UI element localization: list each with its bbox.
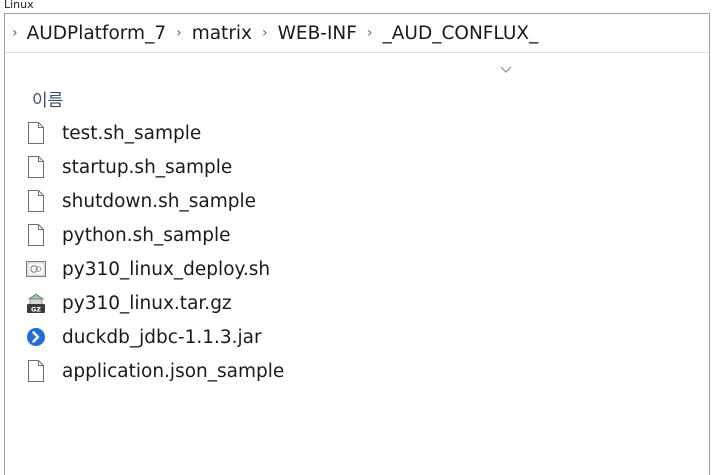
file-name[interactable]: duckdb_jdbc-1.1.3.jar <box>62 327 262 348</box>
file-name[interactable]: test.sh_sample <box>62 123 201 144</box>
breadcrumb-separator-icon[interactable]: › <box>12 25 18 41</box>
breadcrumb-separator-icon[interactable]: › <box>367 25 373 41</box>
shell-script-icon <box>26 261 46 277</box>
sort-chevron-down-icon[interactable] <box>498 64 514 76</box>
breadcrumb-separator-icon[interactable]: › <box>262 25 268 41</box>
breadcrumb-item-matrix[interactable]: matrix <box>192 23 252 44</box>
column-header-name[interactable]: 이름 <box>32 86 63 111</box>
file-name[interactable]: python.sh_sample <box>62 225 230 246</box>
file-name[interactable]: application.json_sample <box>62 361 284 382</box>
file-name[interactable]: shutdown.sh_sample <box>62 191 256 212</box>
breadcrumb-item-aud-conflux[interactable]: _AUD_CONFLUX_ <box>383 23 539 44</box>
file-row[interactable]: python.sh_sample <box>5 218 709 252</box>
file-name[interactable]: py310_linux_deploy.sh <box>62 259 270 280</box>
caption-label: Linux <box>4 0 34 11</box>
blank-file-icon <box>28 122 44 144</box>
divider <box>5 52 709 53</box>
breadcrumb-item-audplatform[interactable]: AUDPlatform_7 <box>27 23 166 44</box>
blank-file-icon <box>28 360 44 382</box>
file-name[interactable]: startup.sh_sample <box>62 157 232 178</box>
file-row[interactable]: application.json_sample <box>5 354 709 388</box>
file-row[interactable]: startup.sh_sample <box>5 150 709 184</box>
file-row[interactable]: shutdown.sh_sample <box>5 184 709 218</box>
file-name[interactable]: py310_linux.tar.gz <box>62 293 232 314</box>
blank-file-icon <box>28 224 44 246</box>
blank-file-icon <box>28 190 44 212</box>
file-row[interactable]: GZ py310_linux.tar.gz <box>5 286 709 320</box>
gz-archive-icon: GZ <box>27 293 45 314</box>
file-row[interactable]: py310_linux_deploy.sh <box>5 252 709 286</box>
svg-text:GZ: GZ <box>31 306 41 314</box>
file-row[interactable]: test.sh_sample <box>5 116 709 150</box>
file-row[interactable]: duckdb_jdbc-1.1.3.jar <box>5 320 709 354</box>
breadcrumb-item-web-inf[interactable]: WEB-INF <box>278 23 357 44</box>
jar-icon <box>27 328 45 346</box>
breadcrumb: › AUDPlatform_7 › matrix › WEB-INF › _AU… <box>5 14 709 52</box>
breadcrumb-separator-icon[interactable]: › <box>176 25 182 41</box>
explorer-window: › AUDPlatform_7 › matrix › WEB-INF › _AU… <box>4 13 710 475</box>
blank-file-icon <box>28 156 44 178</box>
